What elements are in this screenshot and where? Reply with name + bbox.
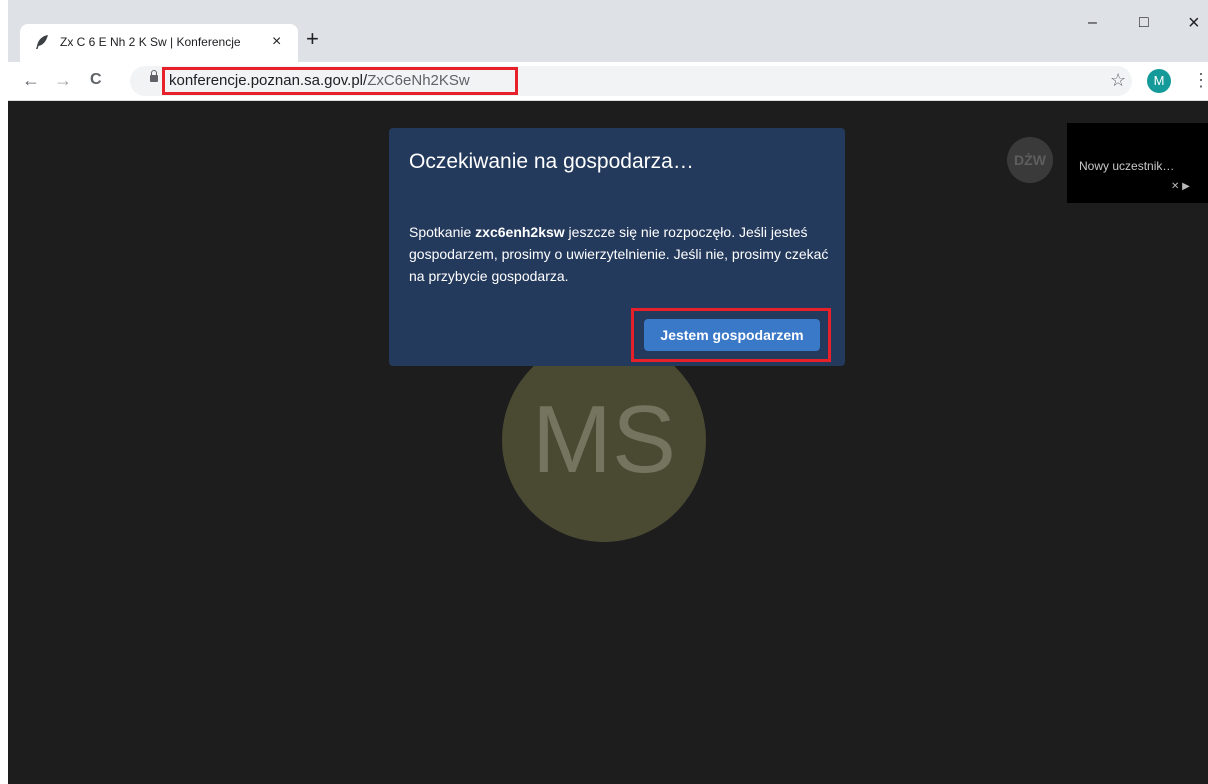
host-button-highlight: Jestem gospodarzem: [631, 308, 831, 362]
window-left-edge: [0, 0, 8, 784]
waiting-for-host-dialog: Oczekiwanie na gospodarza… Spotkanie zxc…: [389, 128, 845, 366]
minimize-button[interactable]: –: [1088, 14, 1097, 32]
new-tab-button[interactable]: +: [306, 26, 319, 52]
back-button[interactable]: ←: [22, 70, 40, 90]
bookmark-star-icon[interactable]: ☆: [1110, 70, 1126, 90]
url-text[interactable]: konferencje.poznan.sa.gov.pl/ZxC6eNh2KSw: [162, 67, 518, 95]
browser-menu-icon[interactable]: ⋮: [1192, 70, 1208, 90]
maximize-button[interactable]: □: [1139, 14, 1149, 32]
url-path: ZxC6eNh2KSw: [367, 72, 470, 89]
dialog-message: Spotkanie zxc6enh2ksw jeszcze się nie ro…: [409, 221, 829, 287]
profile-avatar[interactable]: M: [1147, 69, 1171, 93]
dialog-title: Oczekiwanie na gospodarza…: [409, 150, 694, 173]
meeting-name: zxc6enh2ksw: [475, 224, 565, 240]
meeting-stage: MS DŻW Nowy uczestnik… ✕ ▶ Oczekiwanie n…: [8, 101, 1208, 784]
participant-tile-name: Nowy uczestnik…: [1079, 159, 1175, 173]
i-am-host-button[interactable]: Jestem gospodarzem: [644, 319, 820, 351]
close-window-button[interactable]: ×: [1188, 12, 1200, 35]
address-bar[interactable]: konferencje.poznan.sa.gov.pl/ZxC6eNh2KSw: [130, 66, 1132, 96]
lock-icon: [150, 70, 158, 82]
tab-close-button[interactable]: ×: [272, 31, 281, 53]
muted-camera-off-icons: ✕ ▶: [1171, 181, 1190, 192]
reload-button[interactable]: C: [90, 70, 102, 90]
browser-toolbar: ← → C konferencje.poznan.sa.gov.pl/ZxC6e…: [8, 62, 1208, 101]
forward-button[interactable]: →: [54, 70, 72, 90]
url-domain: konferencje.poznan.sa.gov.pl/: [169, 72, 368, 89]
feather-icon: [36, 35, 48, 49]
message-prefix: Spotkanie: [409, 224, 476, 240]
participant-avatar[interactable]: DŻW: [1007, 137, 1053, 183]
main-avatar-initials: MS: [532, 386, 676, 493]
browser-tab[interactable]: Zx C 6 E Nh 2 K Sw | Konferencje ×: [20, 24, 298, 62]
tab-strip: Zx C 6 E Nh 2 K Sw | Konferencje × + – □…: [8, 0, 1208, 62]
main-participant-avatar: MS: [502, 338, 706, 542]
participant-tile[interactable]: Nowy uczestnik… ✕ ▶: [1067, 123, 1208, 203]
tab-title: Zx C 6 E Nh 2 K Sw | Konferencje: [60, 35, 241, 49]
